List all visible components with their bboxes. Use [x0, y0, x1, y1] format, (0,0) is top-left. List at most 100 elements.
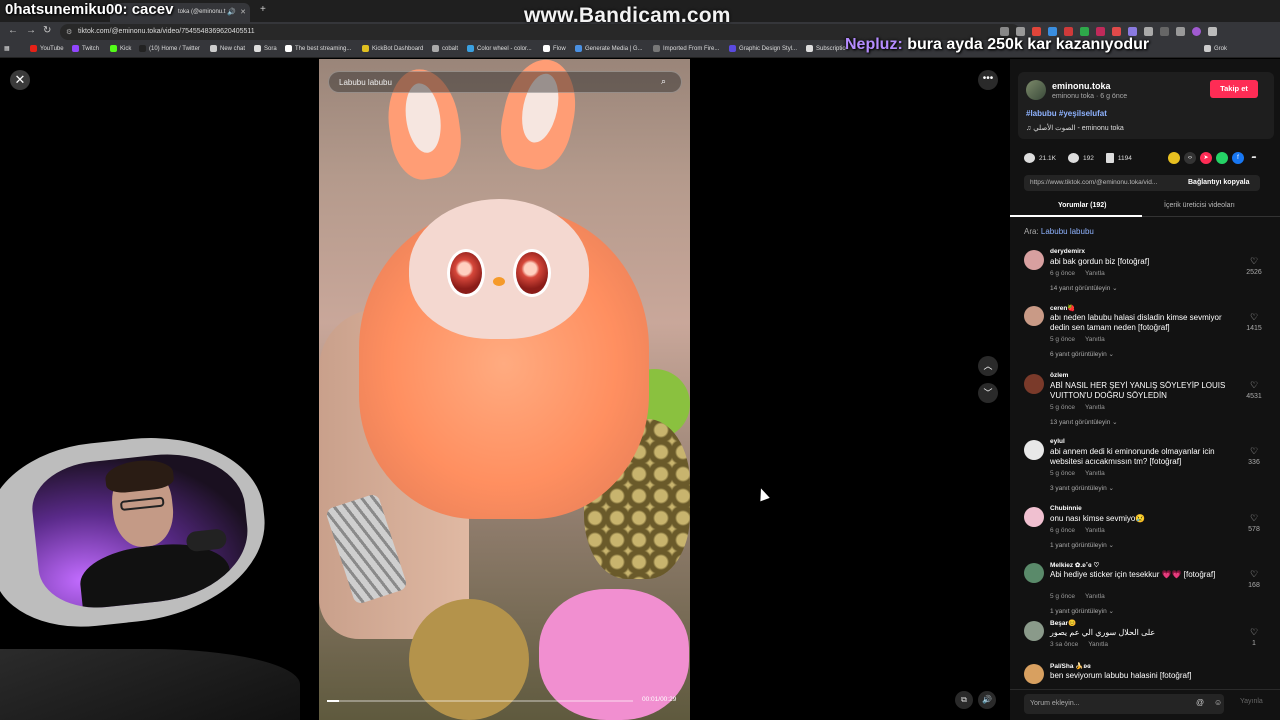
follow-button[interactable]: Takip et	[1210, 80, 1258, 98]
new-tab-button[interactable]: +	[260, 4, 266, 15]
tab-comments[interactable]: Yorumlar (192)	[1058, 202, 1107, 209]
bookmark-generate[interactable]: Generate Media | G...	[575, 45, 643, 52]
extension-icon[interactable]	[1032, 27, 1041, 36]
comment-username[interactable]: eylul	[1050, 438, 1065, 445]
comment-username[interactable]: Melkiez ✿.ʚ˚ɞ ♡	[1050, 561, 1099, 569]
comment-username[interactable]: ceren🍓	[1050, 304, 1075, 312]
video-player[interactable]	[319, 59, 690, 720]
comment-username[interactable]: Chubinnie	[1050, 505, 1082, 512]
view-replies-button[interactable]: 14 yanıt görüntüleyin ⌄	[1050, 284, 1118, 292]
whatsapp-icon[interactable]	[1216, 152, 1228, 164]
bookmark-imported[interactable]: Imported From Fire...	[653, 45, 719, 52]
bookmark-cobalt[interactable]: cobalt	[432, 45, 458, 52]
install-icon[interactable]	[1000, 27, 1009, 36]
comment-like[interactable]: ♡ 336	[1244, 446, 1264, 466]
close-icon[interactable]: ✕	[240, 8, 246, 16]
view-replies-button[interactable]: 3 yanıt görüntüleyin ⌄	[1050, 484, 1114, 492]
video-search-input[interactable]: Labubu labubu ⌕	[328, 71, 682, 93]
embed-icon[interactable]: ‹›	[1184, 152, 1196, 164]
bookmark-subscriptions[interactable]: Subscriptio	[806, 45, 846, 52]
apps-icon[interactable]: ▦	[4, 45, 10, 52]
author-avatar[interactable]	[1026, 80, 1046, 100]
reply-button[interactable]: Yanıtla	[1085, 270, 1105, 277]
next-video-button[interactable]: ﹀	[978, 383, 998, 403]
comment-like[interactable]: ♡ 2526	[1244, 256, 1264, 276]
comment-avatar[interactable]	[1024, 563, 1044, 583]
extension-icon[interactable]	[1128, 27, 1137, 36]
bookmark-sora[interactable]: Sora	[254, 45, 277, 52]
bookmark-flow[interactable]: Flow	[543, 45, 566, 52]
puzzle-icon[interactable]	[1144, 27, 1153, 36]
reply-button[interactable]: Yanıtla	[1085, 593, 1105, 600]
search-icon[interactable]: ⌕	[661, 76, 675, 90]
back-icon[interactable]: ←	[8, 25, 18, 36]
like-stat[interactable]: 21.1K	[1024, 153, 1056, 163]
bookmark-kick[interactable]: Kick	[110, 45, 131, 52]
extension-icon[interactable]	[1064, 27, 1073, 36]
view-replies-button[interactable]: 13 yanıt görüntüleyin ⌄	[1050, 418, 1118, 426]
share-icon[interactable]: ➦	[1248, 152, 1260, 164]
volume-button[interactable]: 🔊	[978, 691, 996, 709]
comment-username[interactable]: Pal/Sha 🍌ʚɞ	[1050, 662, 1091, 670]
bookmark-streaming[interactable]: The best streaming...	[285, 45, 351, 52]
comment-like[interactable]: ♡ 4531	[1244, 380, 1264, 400]
profile-avatar[interactable]	[1192, 27, 1201, 36]
bookmark-youtube[interactable]: YouTube	[30, 45, 64, 52]
comment-avatar[interactable]	[1024, 374, 1044, 394]
speaker-icon[interactable]: 🔊	[227, 8, 236, 16]
related-search[interactable]: Ara: Labubu labubu	[1024, 227, 1094, 236]
emoji-icon[interactable]: ☺	[1214, 698, 1222, 707]
comment-username[interactable]: derydemirx	[1050, 248, 1085, 255]
view-replies-button[interactable]: 1 yanıt görüntüleyin ⌄	[1050, 541, 1114, 549]
reply-button[interactable]: Yanıtla	[1085, 527, 1105, 534]
extension-icon[interactable]	[1080, 27, 1089, 36]
tab-creator-videos[interactable]: İçerik üreticisi videoları	[1164, 202, 1235, 209]
reply-button[interactable]: Yanıtla	[1085, 336, 1105, 343]
comment-like[interactable]: ♡ 168	[1244, 569, 1264, 589]
comment-avatar[interactable]	[1024, 621, 1044, 641]
bookmark-twitch[interactable]: Twitch	[72, 45, 99, 52]
reply-button[interactable]: Yanıtla	[1088, 641, 1108, 648]
comment-avatar[interactable]	[1024, 440, 1044, 460]
downloads-icon[interactable]	[1160, 27, 1169, 36]
comment-username[interactable]: özlem	[1050, 372, 1068, 379]
reply-button[interactable]: Yanıtla	[1085, 470, 1105, 477]
copy-link-button[interactable]: Bağlantıyı kopyala	[1188, 179, 1249, 186]
comment-stat[interactable]: 192	[1068, 153, 1094, 163]
more-options-button[interactable]: •••	[978, 70, 998, 90]
mention-icon[interactable]: @	[1196, 698, 1204, 707]
bookmark-newchat[interactable]: New chat	[210, 45, 245, 52]
extension-icon[interactable]	[1096, 27, 1105, 36]
comment-avatar[interactable]	[1024, 664, 1044, 684]
hashtags[interactable]: #labubu #yeşilselufat	[1026, 109, 1107, 118]
save-stat[interactable]: 1194	[1105, 153, 1132, 163]
view-replies-button[interactable]: 6 yanıt görüntüleyin ⌄	[1050, 350, 1114, 358]
floating-player-button[interactable]: ⧉	[955, 691, 973, 709]
comment-like[interactable]: ♡ 1	[1244, 627, 1264, 647]
comment-avatar[interactable]	[1024, 507, 1044, 527]
close-video-button[interactable]: ✕	[10, 70, 30, 90]
bookmark-grok[interactable]: Grok	[1204, 45, 1227, 52]
bookmark-kickbot[interactable]: KickBot Dashboard	[362, 45, 423, 52]
author-name[interactable]: eminonu.toka	[1052, 81, 1111, 91]
comment-avatar[interactable]	[1024, 250, 1044, 270]
previous-video-button[interactable]: ︿	[978, 356, 998, 376]
forward-icon[interactable]: →	[26, 25, 36, 36]
sound-link[interactable]: ♫ الصوت الأصلي - eminonu toka	[1026, 124, 1124, 132]
video-progress-bar[interactable]	[327, 700, 633, 702]
menu-icon[interactable]	[1208, 27, 1217, 36]
post-comment-button[interactable]: Yayınla	[1240, 698, 1263, 705]
sidebar-icon[interactable]	[1176, 27, 1185, 36]
comment-input[interactable]: Yorum ekleyin...	[1024, 694, 1224, 714]
extension-icon[interactable]	[1112, 27, 1121, 36]
facebook-icon[interactable]: f	[1232, 152, 1244, 164]
emoji-icon[interactable]	[1168, 152, 1180, 164]
bookmark-colorwheel[interactable]: Color wheel - color...	[467, 45, 532, 52]
send-icon[interactable]: ➤	[1200, 152, 1212, 164]
comment-like[interactable]: ♡ 578	[1244, 513, 1264, 533]
bookmark-twitter[interactable]: (10) Home / Twitter	[139, 45, 200, 52]
view-replies-button[interactable]: 1 yanıt görüntüleyin ⌄	[1050, 607, 1114, 615]
site-info-icon[interactable]: ⚙	[66, 28, 72, 36]
comment-like[interactable]: ♡ 1415	[1244, 312, 1264, 332]
comment-username[interactable]: Beşar😊	[1050, 619, 1076, 627]
